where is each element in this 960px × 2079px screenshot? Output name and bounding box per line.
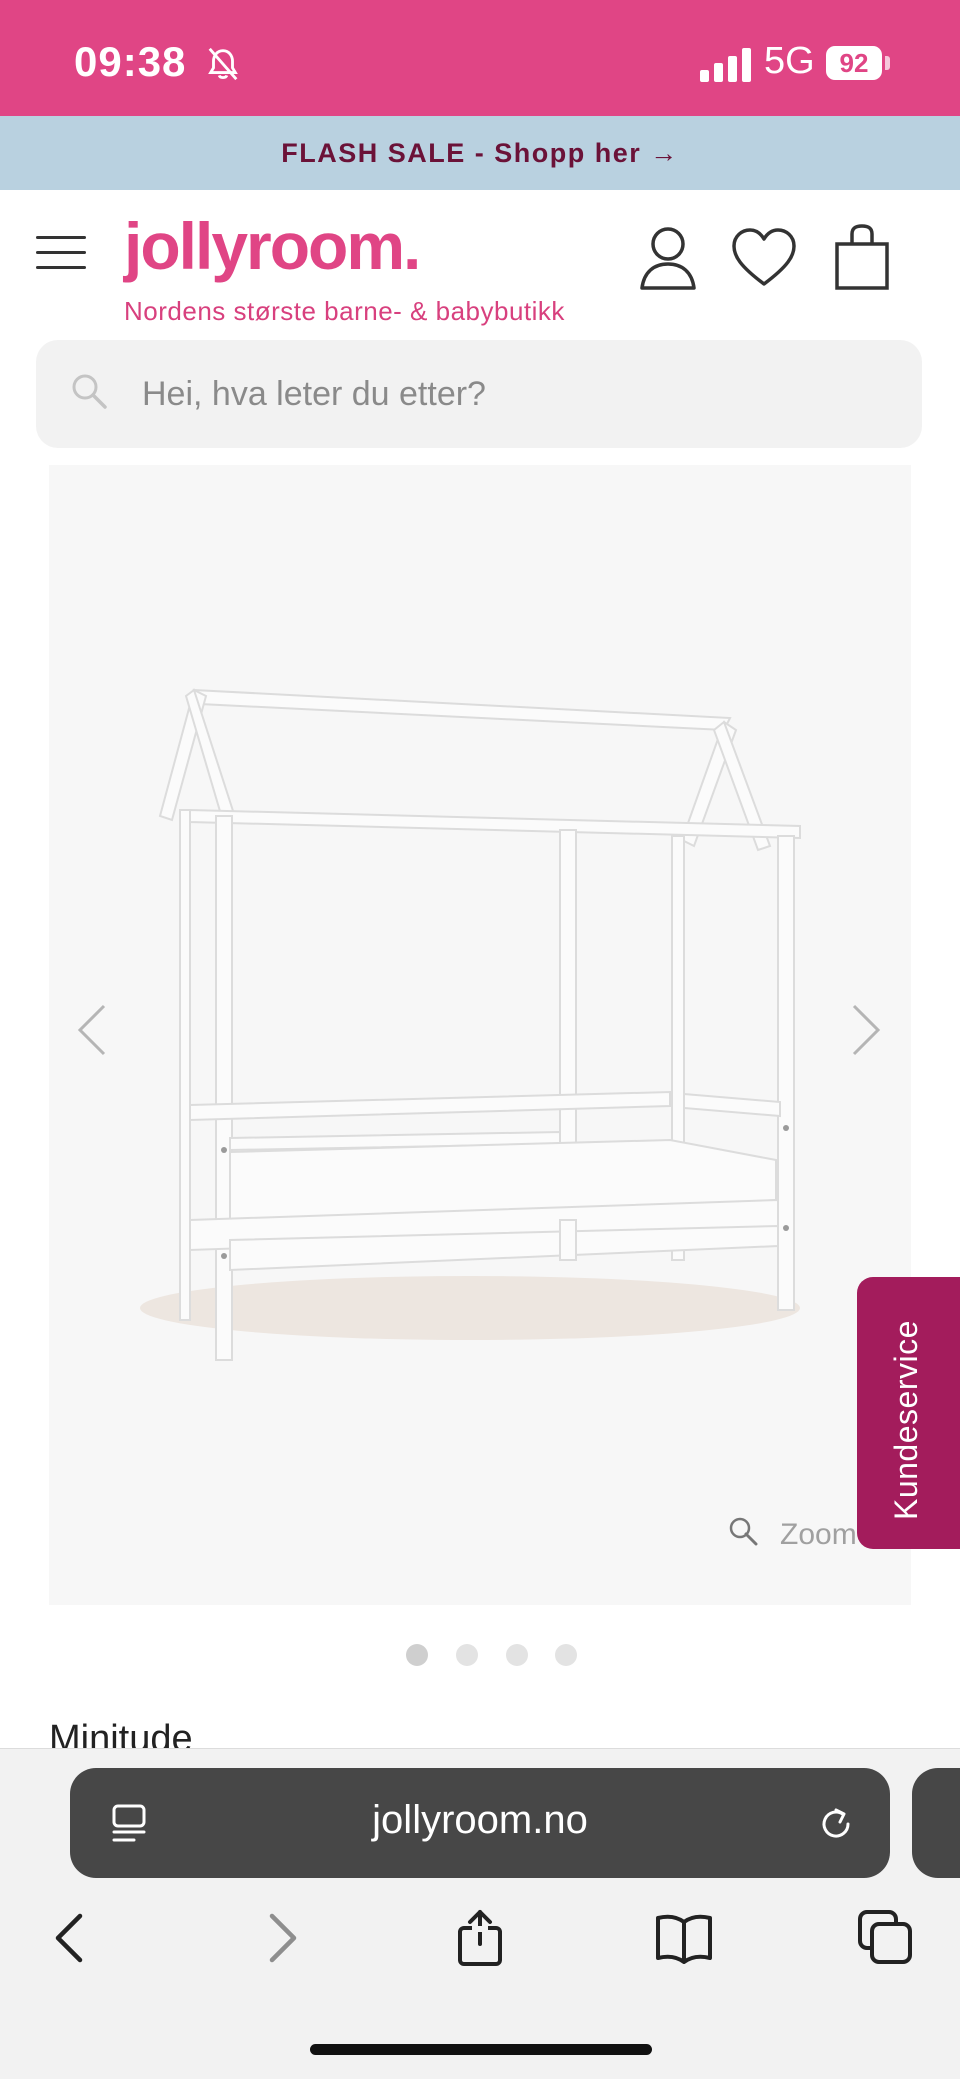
- customer-service-label[interactable]: Kundeservice: [888, 1320, 925, 1520]
- account-icon[interactable]: [636, 224, 700, 292]
- status-time: 09:38: [74, 38, 187, 85]
- product-image: [140, 688, 801, 1361]
- network-type: 5G: [764, 40, 815, 82]
- tagline: Nordens største barne- & babybutikk: [124, 296, 565, 326]
- gallery-dot[interactable]: [555, 1644, 577, 1666]
- search-input[interactable]: [142, 370, 842, 418]
- forward-icon[interactable]: [250, 1908, 310, 1968]
- shopping-bag-icon[interactable]: [834, 224, 890, 292]
- reload-icon[interactable]: [814, 1802, 858, 1846]
- next-tab-preview[interactable]: [912, 1768, 960, 1878]
- battery-cap: [885, 56, 890, 70]
- menu-icon[interactable]: [36, 236, 86, 270]
- zoom-icon[interactable]: [728, 1516, 758, 1546]
- wishlist-heart-icon[interactable]: [730, 224, 798, 292]
- gallery-prev-arrow-icon[interactable]: [70, 1000, 114, 1060]
- gallery-dot[interactable]: [406, 1644, 428, 1666]
- back-icon[interactable]: [42, 1908, 102, 1968]
- reader-menu-icon[interactable]: [110, 1802, 152, 1846]
- bookmarks-icon[interactable]: [654, 1908, 714, 1968]
- logo[interactable]: jollyroom.: [124, 208, 421, 284]
- flash-sale-link[interactable]: FLASH SALE - Shopp her →: [0, 138, 960, 169]
- battery-level: 92: [826, 46, 882, 80]
- home-indicator[interactable]: [310, 2044, 652, 2055]
- url-text[interactable]: jollyroom.no: [250, 1798, 710, 1843]
- search-icon: [72, 374, 107, 409]
- gallery-dot[interactable]: [456, 1644, 478, 1666]
- gallery-next-arrow-icon[interactable]: [844, 1000, 888, 1060]
- tabs-icon[interactable]: [856, 1908, 916, 1968]
- signal-icon: [700, 48, 751, 82]
- gallery-dot[interactable]: [506, 1644, 528, 1666]
- bell-muted-icon: [208, 47, 238, 81]
- zoom-label[interactable]: Zoom: [780, 1518, 857, 1552]
- share-icon[interactable]: [450, 1908, 510, 1968]
